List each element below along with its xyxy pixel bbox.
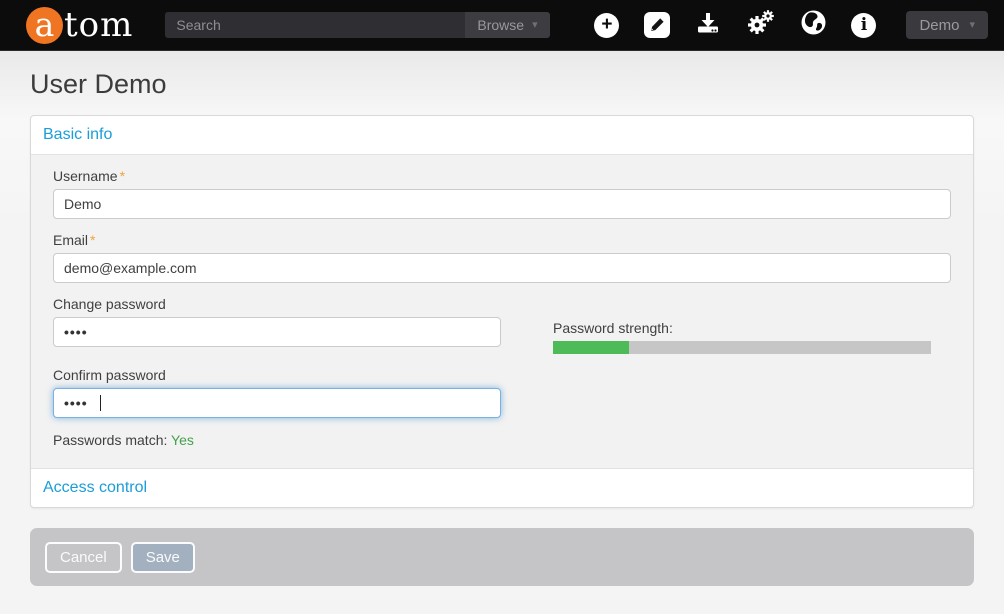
about-button[interactable]: i [851, 13, 876, 38]
user-menu-label: Demo [919, 17, 959, 34]
admin-button[interactable] [746, 9, 776, 42]
pencil-icon [644, 12, 670, 38]
caret-down-icon: ▾ [532, 20, 538, 31]
passwords-match-status: Passwords match: Yes [53, 432, 951, 448]
confirm-password-input[interactable] [53, 388, 501, 418]
globe-icon [801, 10, 826, 40]
plus-circle-icon: + [594, 13, 619, 38]
add-button[interactable]: + [594, 13, 619, 38]
gears-icon [746, 9, 776, 42]
user-menu-button[interactable]: Demo ▾ [906, 11, 988, 39]
password-strength-group: Password strength: [553, 296, 951, 354]
passwords-match-label: Passwords match: [53, 432, 167, 448]
atom-logo-a-badge: a [26, 7, 63, 44]
change-password-group: Change password [53, 296, 501, 354]
page-title: User Demo [30, 51, 974, 100]
caret-down-icon: ▾ [969, 20, 975, 31]
search-group: Browse ▾ [165, 12, 549, 38]
email-field-group: Email* [53, 232, 951, 283]
main-content: User Demo Basic info Username* Email* Ch… [0, 51, 1004, 614]
required-asterisk: * [120, 168, 125, 184]
info-icon: i [851, 13, 876, 38]
change-password-label: Change password [53, 296, 501, 312]
change-password-input[interactable] [53, 317, 501, 347]
search-input[interactable] [165, 12, 465, 38]
section-access-control-label: Access control [43, 479, 147, 496]
username-input[interactable] [53, 189, 951, 219]
form-actions-bar: Cancel Save [30, 528, 974, 586]
confirm-password-group: Confirm password [53, 367, 951, 418]
basic-info-body: Username* Email* Change password Passwor… [31, 154, 973, 469]
language-button[interactable] [801, 10, 826, 40]
cancel-button[interactable]: Cancel [45, 542, 122, 573]
atom-logo-text: tom [64, 5, 133, 45]
browse-button[interactable]: Browse ▾ [465, 12, 549, 38]
import-button[interactable] [695, 10, 721, 41]
username-field-group: Username* [53, 168, 951, 219]
password-strength-label: Password strength: [553, 320, 951, 336]
required-asterisk: * [90, 232, 95, 248]
navbar-icons: + [594, 9, 876, 42]
text-cursor [100, 395, 101, 411]
save-button[interactable]: Save [131, 542, 195, 573]
username-label: Username* [53, 168, 951, 184]
section-basic-info-label: Basic info [43, 126, 112, 143]
password-strength-bar [553, 341, 931, 354]
email-input[interactable] [53, 253, 951, 283]
download-icon [695, 10, 721, 41]
user-edit-panel: Basic info Username* Email* Change passw… [30, 115, 974, 508]
section-access-control[interactable]: Access control [31, 469, 973, 507]
section-basic-info[interactable]: Basic info [31, 116, 973, 154]
email-label: Email* [53, 232, 951, 248]
password-row: Change password Password strength: [53, 296, 951, 354]
confirm-password-wrap [53, 388, 501, 418]
password-strength-fill [553, 341, 629, 354]
passwords-match-value: Yes [171, 432, 194, 448]
confirm-password-label: Confirm password [53, 367, 951, 383]
browse-button-label: Browse [477, 17, 524, 33]
edit-button[interactable] [644, 12, 670, 38]
atom-logo[interactable]: atom [26, 5, 133, 45]
top-navbar: atom Browse ▾ + [0, 0, 1004, 51]
